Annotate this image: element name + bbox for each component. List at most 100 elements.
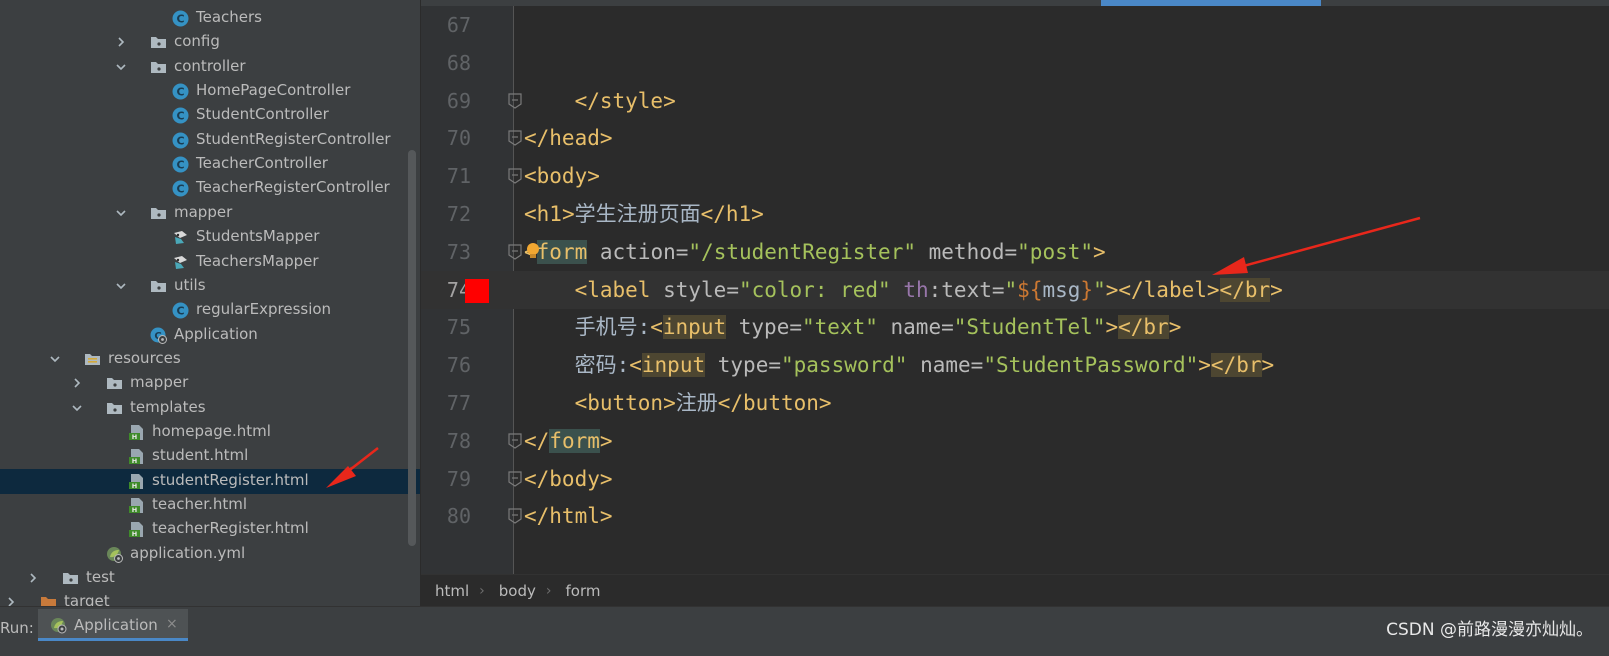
tree-item[interactable]: HstudentRegister.html: [0, 468, 420, 494]
tree-item[interactable]: config: [0, 30, 420, 55]
intention-bulb-icon[interactable]: [525, 241, 541, 261]
svg-text:H: H: [132, 530, 137, 538]
code-text[interactable]: <button>注册</button>: [524, 390, 832, 416]
code-line[interactable]: 76 密码:<input type="password" name="Stude…: [421, 346, 1609, 384]
java-class-icon: C: [172, 302, 189, 319]
tree-item[interactable]: Hhomepage.html: [0, 420, 420, 445]
fold-marker-icon[interactable]: [507, 470, 523, 488]
html-file-icon: H: [128, 448, 145, 465]
fold-marker-icon[interactable]: [507, 243, 523, 261]
code-line[interactable]: 70 </head>: [421, 119, 1609, 157]
tree-item[interactable]: templates: [0, 396, 420, 421]
code-line[interactable]: 67: [421, 6, 1609, 44]
tree-item[interactable]: C StudentRegisterController: [0, 128, 420, 153]
chevron-down-icon[interactable]: [114, 60, 128, 74]
project-tree[interactable]: C Teachers config controller C HomePageContro…: [0, 0, 420, 606]
tree-item[interactable]: C StudentController: [0, 103, 420, 128]
fold-marker-icon[interactable]: [507, 167, 523, 185]
chevron-right-icon[interactable]: [26, 571, 40, 585]
code-line[interactable]: 75 手机号:<input type="text" name="StudentT…: [421, 308, 1609, 346]
tree-item-label: StudentRegisterController: [196, 129, 391, 148]
tree-item-label: Application: [174, 324, 258, 343]
tree-item-label: TeachersMapper: [196, 251, 319, 270]
code-editor[interactable]: 67 68 69 </style> 70 </head> 71 <body> 72 <h1>学生…: [421, 0, 1609, 592]
code-line[interactable]: 69 </style>: [421, 82, 1609, 120]
chevron-right-icon[interactable]: [4, 595, 18, 606]
code-text[interactable]: 手机号:<input type="text" name="StudentTel"…: [524, 314, 1181, 340]
tree-item[interactable]: HteacherRegister.html: [0, 517, 420, 542]
tree-item[interactable]: StudentsMapper: [0, 225, 420, 250]
java-class-icon: C: [172, 83, 189, 100]
tree-item-label: mapper: [174, 202, 233, 221]
svg-text:C: C: [176, 305, 184, 318]
tree-item[interactable]: C Application: [0, 323, 420, 348]
chevron-right-icon[interactable]: [70, 376, 84, 390]
tree-item[interactable]: Hstudent.html: [0, 444, 420, 469]
tree-item[interactable]: controller: [0, 55, 420, 80]
fold-marker-icon[interactable]: [507, 432, 523, 450]
line-number: 77: [446, 391, 471, 415]
fold-marker-icon[interactable]: [507, 507, 523, 525]
tree-item[interactable]: C HomePageController: [0, 79, 420, 104]
tree-item[interactable]: utils: [0, 274, 420, 299]
tree-item[interactable]: resources: [0, 347, 420, 372]
svg-text:H: H: [132, 433, 137, 441]
tree-item[interactable]: C TeacherController: [0, 152, 420, 177]
code-line[interactable]: 74 <label style="color: red" th:text="${…: [421, 270, 1609, 309]
breadcrumb-item-body[interactable]: body: [499, 582, 536, 600]
code-text[interactable]: <h1>学生注册页面</h1>: [524, 201, 764, 227]
tree-item[interactable]: C TeacherRegisterController: [0, 176, 420, 201]
code-text[interactable]: </form>: [524, 428, 613, 454]
folder-icon: [150, 205, 167, 222]
tree-item[interactable]: Hteacher.html: [0, 493, 420, 518]
tree-item[interactable]: TeachersMapper: [0, 250, 420, 275]
svg-text:C: C: [176, 13, 184, 26]
chevron-down-icon[interactable]: [48, 352, 62, 366]
tree-item[interactable]: C Teachers: [0, 6, 420, 31]
code-text[interactable]: <form action="/studentRegister" method="…: [524, 239, 1106, 265]
tree-scrollbar[interactable]: [408, 150, 416, 546]
breadcrumb-chevron-icon: ›: [479, 582, 485, 599]
svg-text:C: C: [176, 159, 184, 172]
code-line[interactable]: 79 </body>: [421, 460, 1609, 498]
code-text[interactable]: <body>: [524, 163, 600, 189]
code-text[interactable]: </head>: [524, 125, 613, 151]
chevron-down-icon[interactable]: [114, 279, 128, 293]
tree-item[interactable]: test: [0, 566, 420, 591]
code-line[interactable]: 68: [421, 44, 1609, 82]
code-line[interactable]: 73 <form action="/studentRegister" method…: [421, 233, 1609, 271]
fold-marker-icon[interactable]: [507, 129, 523, 147]
code-text[interactable]: <label style="color: red" th:text="${msg…: [524, 277, 1283, 303]
breadcrumb-item-html[interactable]: html: [435, 582, 469, 600]
run-tool-window-bar: Run: Application × CSDN @前路漫漫亦灿灿。: [0, 606, 1609, 656]
run-tab-application[interactable]: Application ×: [38, 609, 188, 641]
chevron-down-icon[interactable]: [114, 206, 128, 220]
tree-item[interactable]: mapper: [0, 201, 420, 226]
chevron-down-icon[interactable]: [70, 401, 84, 415]
code-text[interactable]: </style>: [524, 88, 676, 114]
code-text[interactable]: </html>: [524, 503, 613, 529]
tree-item[interactable]: target: [0, 590, 420, 606]
chevron-right-icon[interactable]: [114, 35, 128, 49]
fold-marker-icon[interactable]: [507, 92, 523, 110]
close-icon[interactable]: ×: [166, 616, 178, 632]
breakpoint-marker[interactable]: [465, 278, 489, 303]
tree-item[interactable]: CregularExpression: [0, 298, 420, 323]
breadcrumb-item-form[interactable]: form: [566, 582, 601, 600]
code-line[interactable]: 78 </form>: [421, 422, 1609, 460]
tree-item[interactable]: application.yml: [0, 542, 420, 567]
svg-text:H: H: [132, 482, 137, 490]
folder-icon: [106, 375, 123, 392]
code-text[interactable]: 密码:<input type="password" name="StudentP…: [524, 352, 1274, 378]
code-line[interactable]: 72 <h1>学生注册页面</h1>: [421, 195, 1609, 233]
code-text[interactable]: </body>: [524, 466, 613, 492]
tree-item-label: utils: [174, 275, 206, 294]
html-file-icon: H: [128, 424, 145, 441]
code-line[interactable]: 71 <body>: [421, 157, 1609, 195]
tree-item[interactable]: mapper: [0, 371, 420, 396]
svg-text:C: C: [176, 134, 184, 147]
code-line[interactable]: 80 </html>: [421, 497, 1609, 535]
folder-icon: [62, 570, 79, 587]
code-line[interactable]: 77 <button>注册</button>: [421, 384, 1609, 422]
resources-folder-icon: [84, 351, 101, 368]
